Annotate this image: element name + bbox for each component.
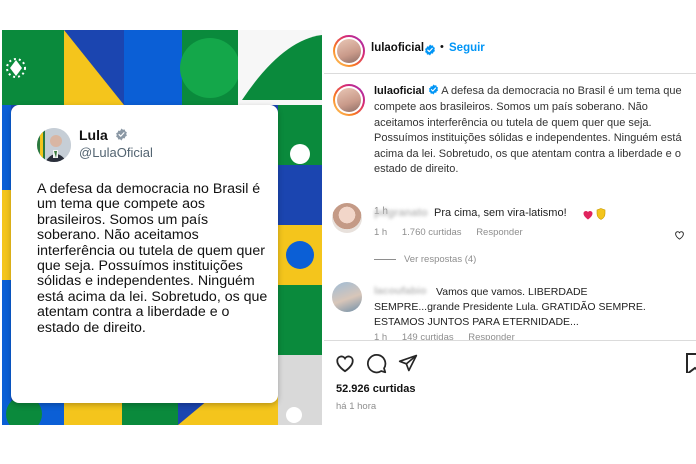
comment-likes[interactable]: 1.760 curtidas (402, 227, 462, 238)
red-heart-emoji-icon (582, 207, 594, 225)
tweet-card: Lula @LulaOficial A defesa da democracia… (11, 105, 278, 403)
caption-avatar[interactable] (333, 84, 365, 116)
comment-text: Pra cima, sem vira-latismo! (434, 207, 567, 219)
verified-badge-icon (424, 43, 436, 61)
view-replies-label: Ver respostas (4) (404, 254, 477, 265)
save-bookmark-icon[interactable] (686, 353, 696, 378)
header-username[interactable]: lulaoficial (371, 42, 424, 54)
caption-text: A defesa da democracia no Brasil é um te… (374, 85, 682, 176)
comment-username[interactable]: pdgranato (374, 207, 428, 219)
screenshot-frame: Lula @LulaOficial A defesa da democracia… (0, 0, 696, 464)
share-paper-plane-icon[interactable] (398, 353, 418, 378)
post-actions-bar: 52.926 curtidas há 1 hora (324, 340, 696, 425)
reply-button[interactable]: Responder (476, 227, 522, 238)
shield-emoji-icon (596, 207, 606, 225)
post-likes-count[interactable]: 52.926 curtidas (336, 383, 416, 395)
replies-divider (374, 258, 396, 260)
comment-bubble-icon[interactable] (366, 353, 387, 379)
post-image: Lula @LulaOficial A defesa da democracia… (2, 30, 322, 425)
comment-time: 1 h (374, 227, 388, 238)
header-avatar[interactable] (333, 35, 365, 67)
view-replies-button[interactable]: Ver respostas (4) (374, 254, 476, 265)
tweet-text: A defesa da democracia no Brasil é um te… (37, 181, 268, 336)
comment-meta: 1 h 1.760 curtidas Responder (374, 227, 535, 238)
tweet-display-name: Lula (79, 127, 108, 143)
tweet-avatar (37, 128, 71, 162)
verified-badge-icon (428, 84, 439, 100)
verified-badge-icon (115, 128, 128, 146)
post-time: há 1 hora (336, 401, 377, 412)
instagram-post-panel: lulaoficial • Seguir lulaoficial A defes… (324, 30, 696, 425)
follow-button[interactable]: Seguir (449, 42, 485, 54)
comment-like-heart-icon[interactable] (674, 227, 685, 245)
like-heart-icon[interactable] (334, 353, 356, 378)
post-header: lulaoficial • Seguir (324, 30, 696, 74)
caption-username[interactable]: lulaoficial (374, 85, 425, 97)
comment-text: Vamos que vamos. LIBERDADE SEMPRE...gran… (374, 286, 646, 328)
header-separator: • (440, 41, 444, 53)
comment-avatar[interactable] (332, 282, 362, 312)
caption-text-block: lulaoficial A defesa da democracia no Br… (374, 84, 690, 177)
comment-avatar[interactable] (332, 203, 362, 233)
tweet-handle: @LulaOficial (79, 145, 153, 160)
